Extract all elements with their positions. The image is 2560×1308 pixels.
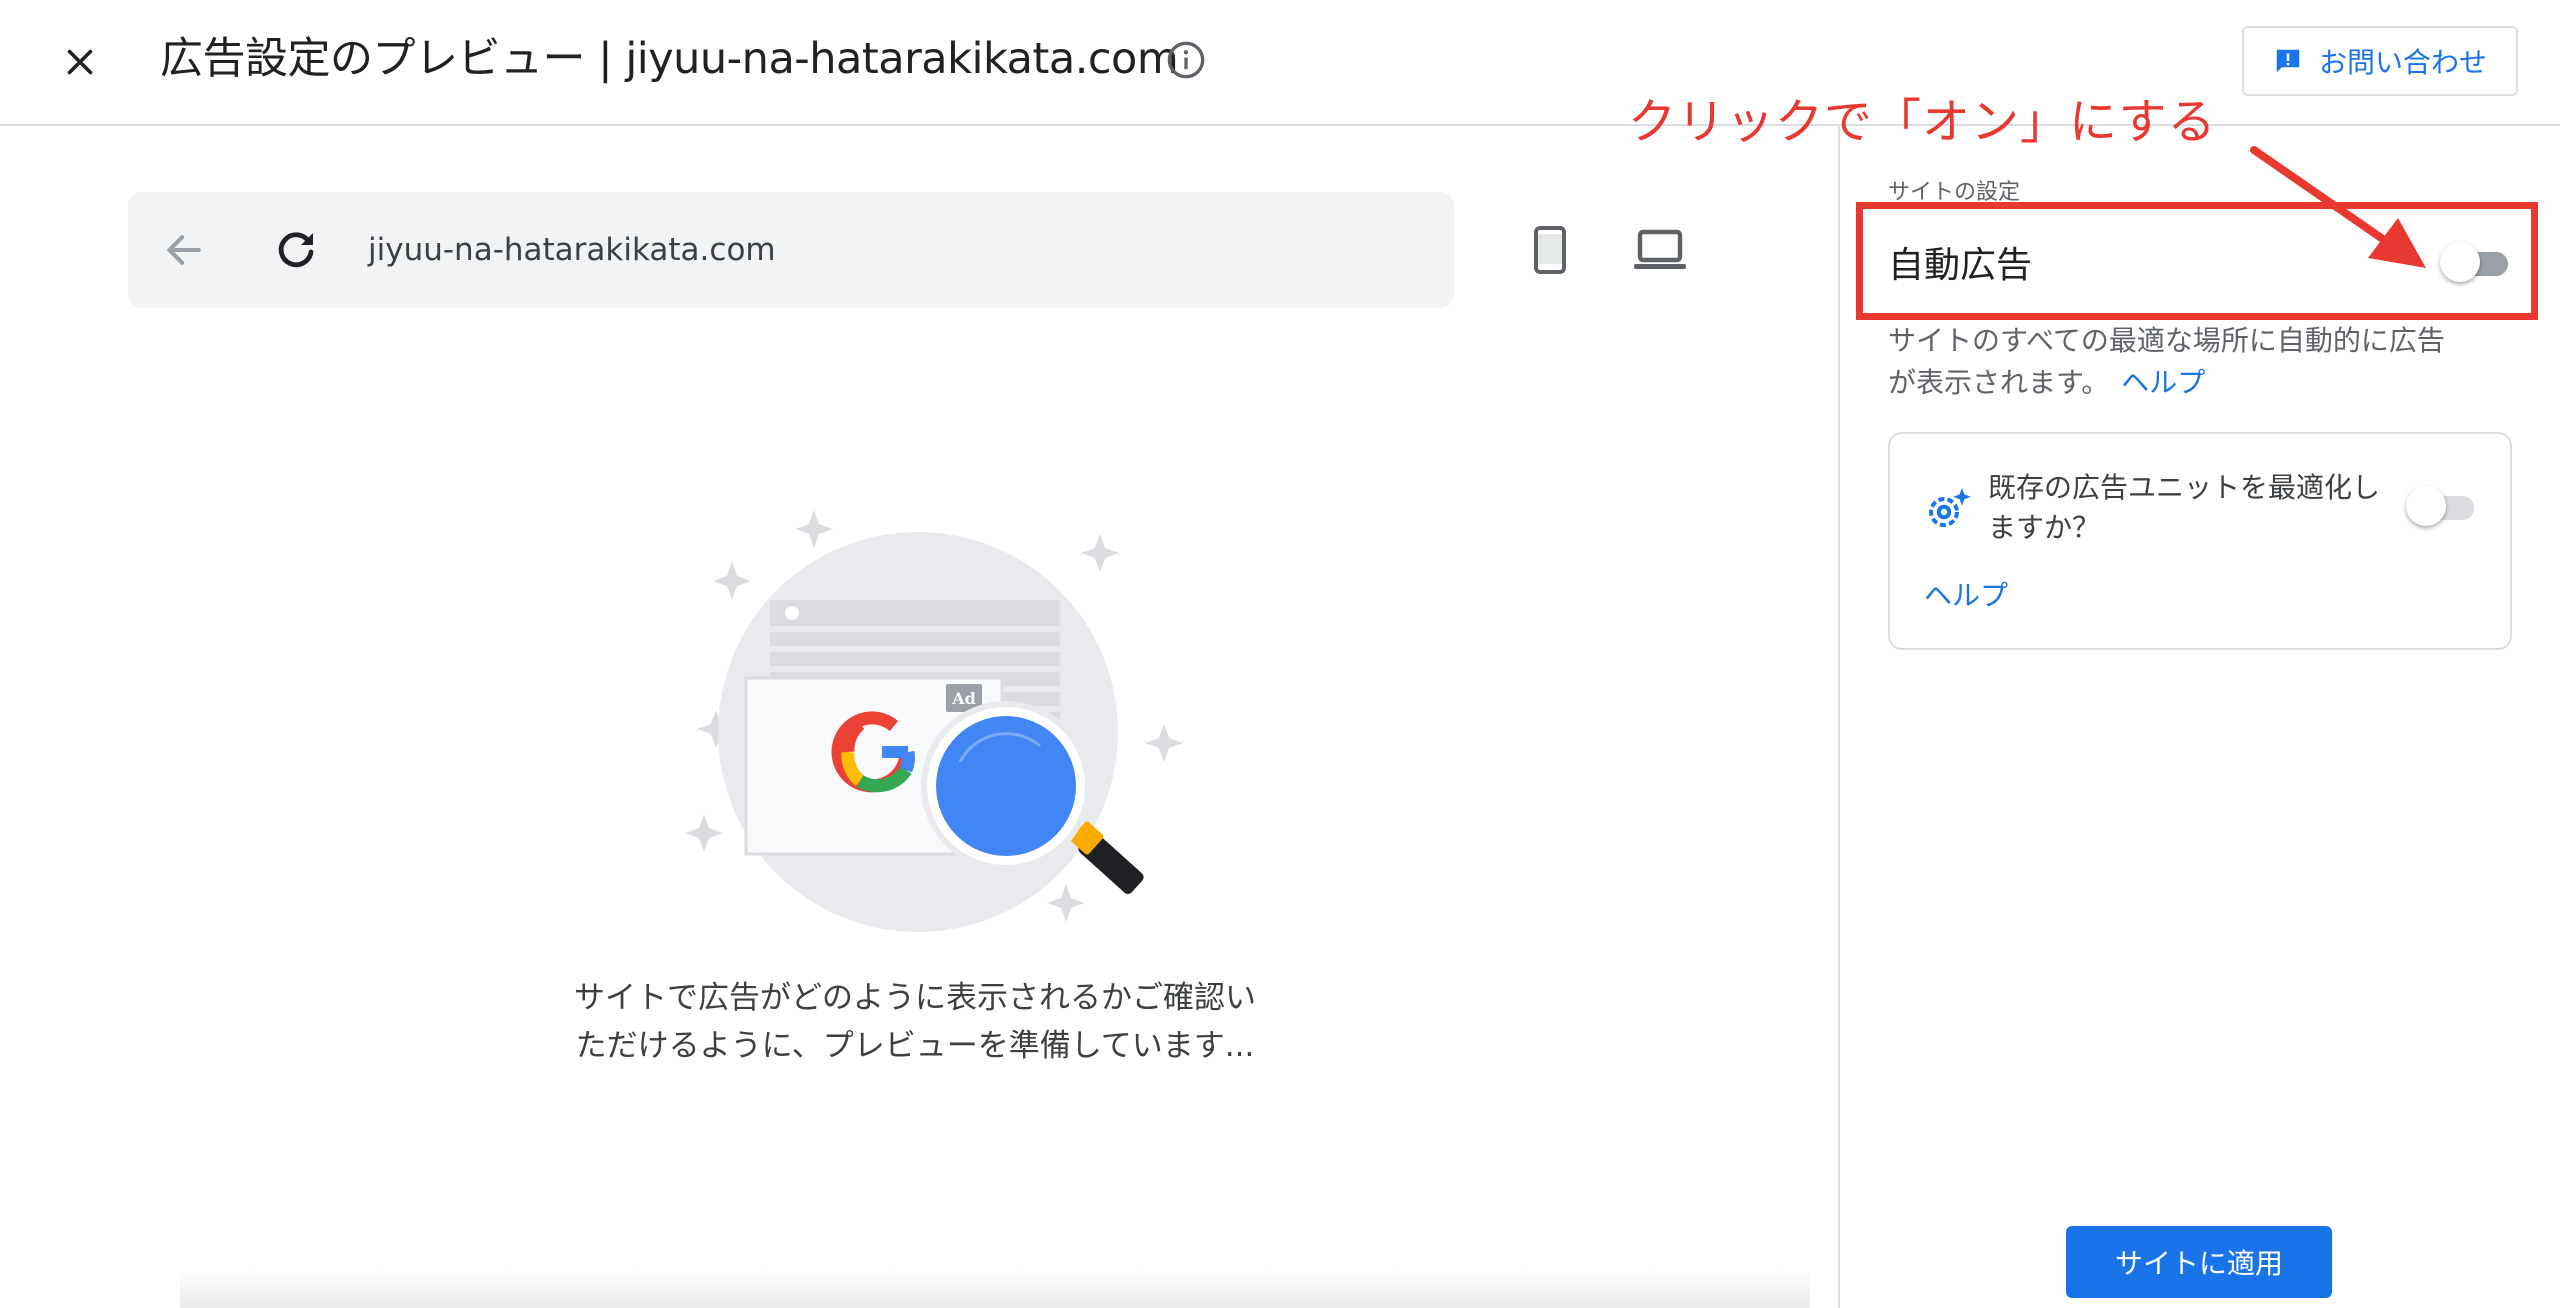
contact-button-label: お問い合わせ <box>2318 46 2487 79</box>
contact-button[interactable]: お問い合わせ <box>2242 26 2518 96</box>
optimize-units-help-link[interactable]: ヘルプ <box>1924 574 2008 614</box>
mobile-device-icon[interactable] <box>1530 226 1570 274</box>
optimize-units-text: 既存の広告ユニットを最適化しますか？ <box>1988 471 2381 544</box>
panel-divider <box>1838 126 1840 1308</box>
annotation-text: クリックで「オン」にする <box>1628 94 2217 150</box>
apply-to-site-button[interactable]: サイトに適用 <box>2066 1226 2332 1298</box>
info-icon[interactable] <box>1166 40 1206 80</box>
preview-loading-message: サイトで広告がどのように表示されるかご確認いただけるように、プレビューを準備して… <box>574 980 1256 1064</box>
page-title: 広告設定のプレビュー | jiyuu-na-hatarakikata.com <box>160 34 1179 84</box>
preview-url-bar: jiyuu-na-hatarakikata.com <box>128 192 1454 308</box>
optimize-units-card: 既存の広告ユニットを最適化しますか？ ヘルプ <box>1888 432 2512 650</box>
ad-badge: Ad <box>951 689 976 708</box>
close-button[interactable] <box>52 38 108 86</box>
auto-ads-help-link[interactable]: ヘルプ <box>2121 366 2205 399</box>
preview-url: jiyuu-na-hatarakikata.com <box>368 232 776 268</box>
preview-loading-illustration: Ad <box>685 510 1183 932</box>
optimize-units-toggle-knob <box>2406 486 2446 526</box>
auto-ads-description: サイトのすべての最適な場所に自動的に広告が表示されます。 ヘルプ <box>1888 320 2448 404</box>
back-arrow-icon[interactable] <box>162 228 206 272</box>
gear-sparkle-icon <box>1929 488 1971 527</box>
annotation-arrow-icon <box>2250 146 2426 268</box>
optimize-units-toggle[interactable] <box>2406 482 2480 530</box>
close-icon <box>67 49 93 75</box>
preview-bottom-shadow <box>180 1270 1810 1308</box>
reload-icon[interactable] <box>272 226 320 274</box>
feedback-icon <box>2276 49 2300 73</box>
desktop-device-icon[interactable] <box>1634 228 1686 272</box>
